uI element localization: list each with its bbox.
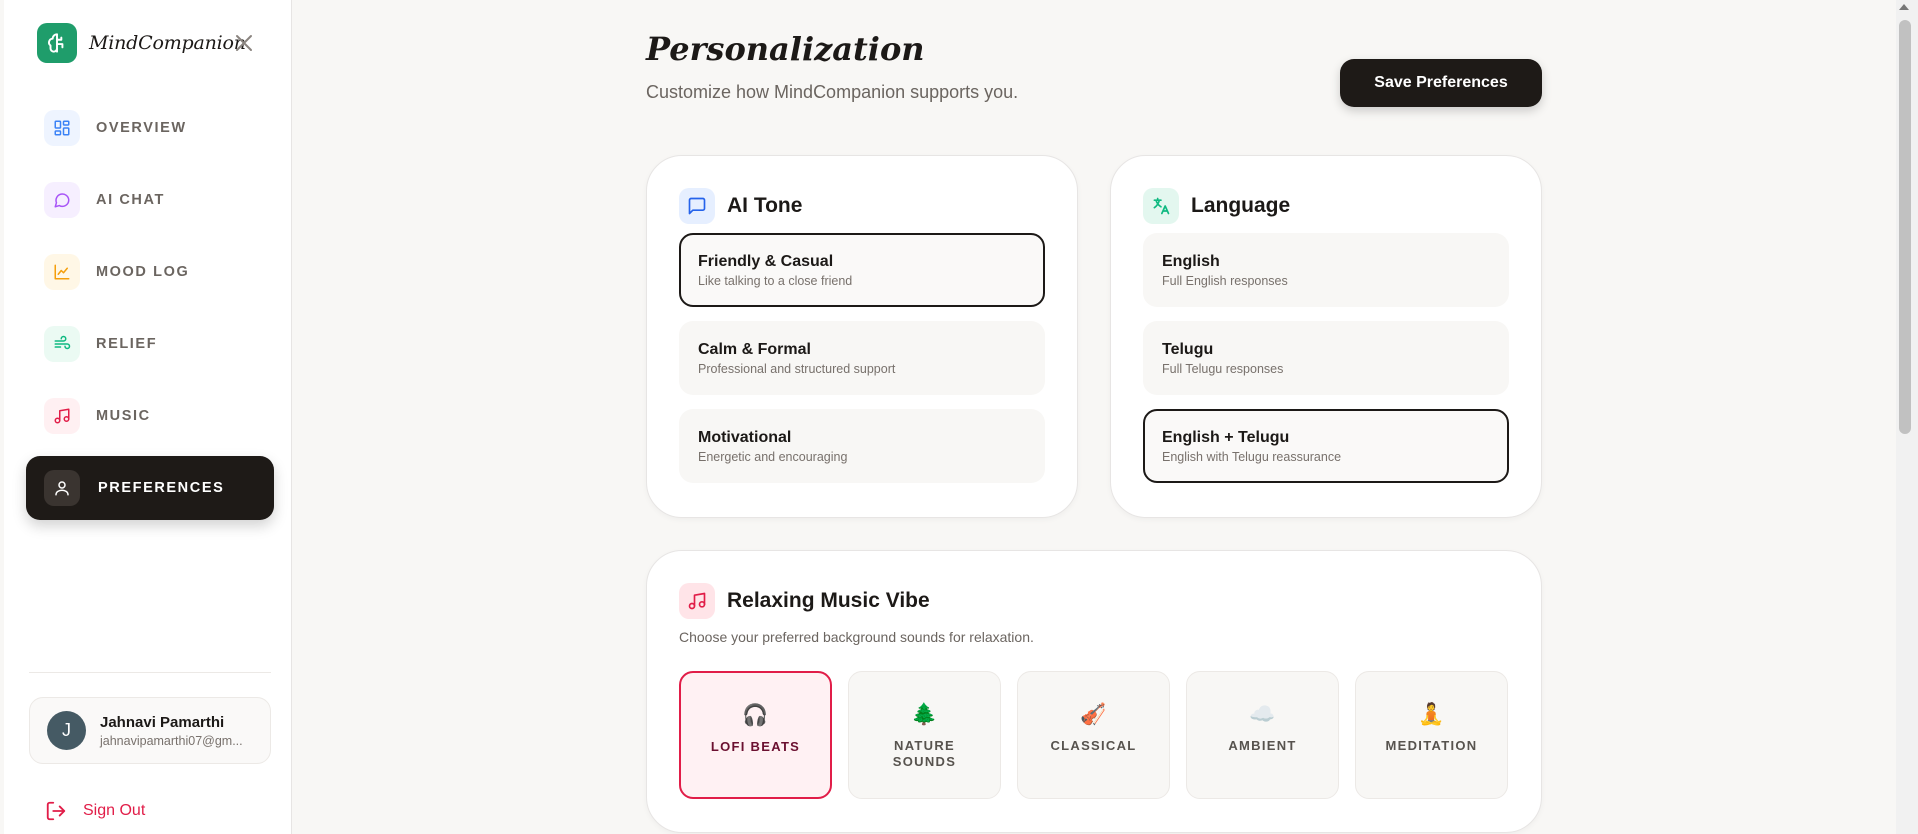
brand-name: MindCompanion xyxy=(89,32,246,54)
sidebar-item-label: MOOD LOG xyxy=(96,264,190,280)
sidebar-item-label: MUSIC xyxy=(96,408,151,424)
brand[interactable]: MindCompanion xyxy=(37,23,246,63)
sidebar-item-mood-log[interactable]: MOOD LOG xyxy=(26,240,274,304)
option-subtitle: Professional and structured support xyxy=(698,362,896,376)
music-description: Choose your preferred background sounds … xyxy=(679,629,1034,645)
sign-out-button[interactable]: Sign Out xyxy=(45,800,145,822)
option-subtitle: Like talking to a close friend xyxy=(698,274,853,288)
vibe-option-ambient[interactable]: ☁️ AMBIENT xyxy=(1186,671,1339,799)
music-note-icon xyxy=(44,398,80,434)
sidebar: MindCompanion OVERVIEW AI CHAT MOOD LOG … xyxy=(4,0,292,834)
language-option-english[interactable]: English Full English responses xyxy=(1143,233,1509,307)
tone-option-calm-formal[interactable]: Calm & Formal Professional and structure… xyxy=(679,321,1045,395)
user-email: jahnavipamarthi07@gm... xyxy=(100,733,243,748)
page-subtitle: Customize how MindCompanion supports you… xyxy=(646,82,1019,102)
avatar: J xyxy=(47,711,86,750)
grid-icon xyxy=(44,110,80,146)
translate-icon xyxy=(1143,188,1179,224)
sidebar-item-preferences[interactable]: PREFERENCES xyxy=(26,456,274,520)
tone-option-friendly-casual[interactable]: Friendly & Casual Like talking to a clos… xyxy=(679,233,1045,307)
sidebar-item-music[interactable]: MUSIC xyxy=(26,384,274,448)
vibe-label: LOFI BEATS xyxy=(710,739,801,754)
close-sidebar-button[interactable] xyxy=(232,31,256,55)
option-subtitle: Full English responses xyxy=(1162,274,1288,288)
sidebar-item-relief[interactable]: RELIEF xyxy=(26,312,274,376)
violin-icon: 🎻 xyxy=(1080,703,1107,726)
sidebar-item-label: OVERVIEW xyxy=(96,120,187,136)
sidebar-item-label: PREFERENCES xyxy=(98,480,225,496)
logout-icon xyxy=(46,801,66,821)
page-title: Personalization xyxy=(646,30,925,68)
language-card: Language English Full English responses … xyxy=(1110,155,1542,518)
vibe-label: MEDITATION xyxy=(1385,738,1478,753)
vibe-option-nature-sounds[interactable]: 🌲 NATURE SOUNDS xyxy=(848,671,1001,799)
cloud-icon: ☁️ xyxy=(1249,703,1276,726)
option-subtitle: English with Telugu reassurance xyxy=(1162,450,1342,464)
user-icon xyxy=(44,470,80,506)
save-preferences-button[interactable]: Save Preferences xyxy=(1340,59,1542,107)
meditation-icon: 🧘 xyxy=(1418,703,1445,726)
vibe-option-meditation[interactable]: 🧘 MEDITATION xyxy=(1355,671,1508,799)
option-subtitle: Full Telugu responses xyxy=(1162,362,1284,376)
music-note-icon xyxy=(679,583,715,619)
ai-tone-card: AI Tone Friendly & Casual Like talking t… xyxy=(646,155,1078,518)
card-title: Relaxing Music Vibe xyxy=(727,589,930,612)
user-name: Jahnavi Pamarthi xyxy=(100,713,225,731)
vibe-option-classical[interactable]: 🎻 CLASSICAL xyxy=(1017,671,1170,799)
sidebar-divider xyxy=(29,672,271,673)
tone-option-motivational[interactable]: Motivational Energetic and encouraging xyxy=(679,409,1045,483)
message-square-icon xyxy=(679,188,715,224)
option-title: Friendly & Casual xyxy=(698,253,834,270)
vibe-label: AMBIENT xyxy=(1228,738,1297,753)
vibe-option-lofi-beats[interactable]: 🎧 LOFI BEATS xyxy=(679,671,832,799)
user-profile-card[interactable]: J Jahnavi Pamarthi jahnavipamarthi07@gm.… xyxy=(29,697,271,764)
music-vibe-card: Relaxing Music Vibe Choose your preferre… xyxy=(646,550,1542,833)
sidebar-item-overview[interactable]: OVERVIEW xyxy=(26,96,274,160)
chat-bubble-icon xyxy=(44,182,80,218)
headphones-icon: 🎧 xyxy=(742,704,769,727)
sidebar-item-label: AI CHAT xyxy=(96,192,165,208)
language-option-english-telugu[interactable]: English + Telugu English with Telugu rea… xyxy=(1143,409,1509,483)
sign-out-label: Sign Out xyxy=(83,802,146,819)
sidebar-item-label: RELIEF xyxy=(96,336,158,352)
vibe-label: NATURE SOUNDS xyxy=(892,738,957,769)
scrollbar-thumb[interactable] xyxy=(1899,20,1911,434)
vibe-label: CLASSICAL xyxy=(1050,738,1137,753)
brain-logo-icon xyxy=(37,23,77,63)
language-option-telugu[interactable]: Telugu Full Telugu responses xyxy=(1143,321,1509,395)
line-chart-icon xyxy=(44,254,80,290)
option-title: Motivational xyxy=(698,429,792,446)
option-title: English xyxy=(1162,253,1220,270)
card-title: AI Tone xyxy=(727,194,803,217)
wind-icon xyxy=(44,326,80,362)
scroll-up-arrow-icon[interactable] xyxy=(1899,4,1909,10)
card-title: Language xyxy=(1191,194,1291,217)
option-title: Telugu xyxy=(1162,341,1214,358)
close-icon xyxy=(236,35,252,51)
option-subtitle: Energetic and encouraging xyxy=(698,450,848,464)
option-title: Calm & Formal xyxy=(698,341,811,358)
option-title: English + Telugu xyxy=(1162,429,1290,446)
tree-icon: 🌲 xyxy=(911,703,938,726)
sidebar-nav: OVERVIEW AI CHAT MOOD LOG RELIEF MUSIC P… xyxy=(26,96,274,528)
sidebar-item-ai-chat[interactable]: AI CHAT xyxy=(26,168,274,232)
